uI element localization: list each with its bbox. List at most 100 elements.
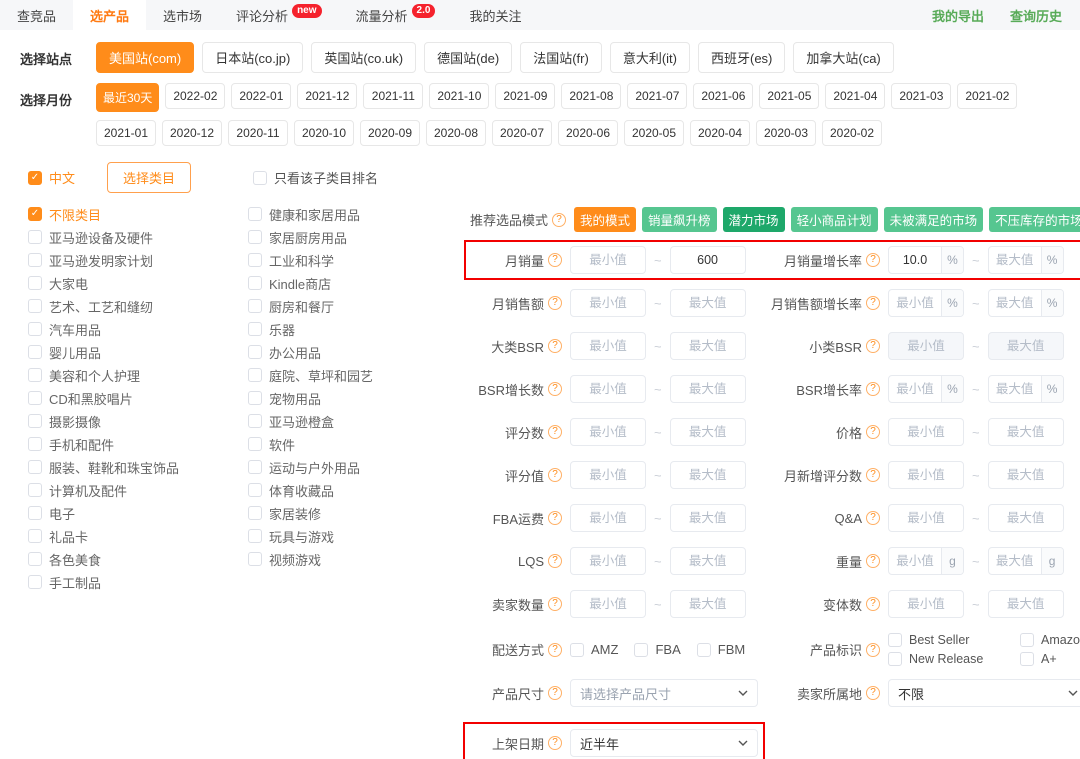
month-option-button[interactable]: 2021-12 <box>297 83 357 109</box>
shipping-option-fbm[interactable]: FBM <box>697 642 745 657</box>
flag-amazons-choice[interactable]: Amazon's Choice <box>1020 633 1080 647</box>
help-icon[interactable]: ? <box>548 736 562 750</box>
category-checkbox-item[interactable]: 汽车用品 <box>28 322 248 336</box>
month-option-button[interactable]: 2021-08 <box>561 83 621 109</box>
seller-location-select[interactable]: 不限 <box>888 679 1080 707</box>
month-option-button[interactable]: 2020-12 <box>162 120 222 146</box>
help-icon[interactable]: ? <box>866 339 880 353</box>
month-option-button[interactable]: 2021-11 <box>363 83 423 109</box>
category-checkbox-item[interactable]: 不限类目 <box>28 207 248 221</box>
filter-max-input[interactable] <box>989 333 1063 359</box>
month-option-button[interactable]: 2020-11 <box>228 120 288 146</box>
month-option-button[interactable]: 2021-10 <box>429 83 489 109</box>
filter-max-input[interactable] <box>671 548 745 574</box>
month-option-button[interactable]: 2021-09 <box>495 83 555 109</box>
category-checkbox-item[interactable]: 礼品卡 <box>28 529 248 543</box>
category-checkbox-item[interactable]: 工业和科学 <box>248 253 468 267</box>
site-option-button[interactable]: 意大利(it) <box>610 42 690 73</box>
filter-min-input[interactable] <box>571 247 645 273</box>
product-size-select[interactable]: 请选择产品尺寸 <box>570 679 758 707</box>
month-option-button[interactable]: 2020-06 <box>558 120 618 146</box>
category-checkbox-item[interactable]: 各色美食 <box>28 552 248 566</box>
category-checkbox-item[interactable]: 电子 <box>28 506 248 520</box>
filter-min-input[interactable] <box>889 548 941 574</box>
category-checkbox-item[interactable]: CD和黑胶唱片 <box>28 391 248 405</box>
category-checkbox-item[interactable]: 手机和配件 <box>28 437 248 451</box>
category-checkbox-item[interactable]: 艺术、工艺和缝纫 <box>28 299 248 313</box>
help-icon[interactable]: ? <box>866 253 880 267</box>
filter-min-input[interactable] <box>571 419 645 445</box>
category-checkbox-item[interactable]: 大家电 <box>28 276 248 290</box>
mode-badge[interactable]: 不压库存的市场 <box>989 207 1080 232</box>
filter-min-input[interactable] <box>571 548 645 574</box>
filter-min-input[interactable] <box>571 333 645 359</box>
category-checkbox-item[interactable]: 亚马逊橙盒 <box>248 414 468 428</box>
filter-min-input[interactable] <box>889 333 963 359</box>
category-checkbox-item[interactable]: 软件 <box>248 437 468 451</box>
mode-badge[interactable]: 销量飙升榜 <box>642 207 717 232</box>
help-icon[interactable]: ? <box>548 686 562 700</box>
help-icon[interactable]: ? <box>548 597 562 611</box>
site-option-button[interactable]: 加拿大站(ca) <box>793 42 893 73</box>
filter-max-input[interactable] <box>989 247 1041 273</box>
filter-min-input[interactable] <box>571 290 645 316</box>
category-checkbox-item[interactable]: 办公用品 <box>248 345 468 359</box>
category-checkbox-item[interactable]: 亚马逊发明家计划 <box>28 253 248 267</box>
query-history-link[interactable]: 查询历史 <box>1010 6 1062 25</box>
flag-new-release[interactable]: New Release <box>888 652 1006 666</box>
site-option-button[interactable]: 美国站(com) <box>96 42 194 73</box>
filter-max-input[interactable] <box>671 247 745 273</box>
category-checkbox-item[interactable]: 家居装修 <box>248 506 468 520</box>
category-checkbox-item[interactable]: 健康和家居用品 <box>248 207 468 221</box>
filter-min-input[interactable] <box>571 462 645 488</box>
filter-max-input[interactable] <box>989 591 1063 617</box>
select-category-button[interactable]: 选择类目 <box>107 162 191 193</box>
filter-max-input[interactable] <box>671 290 745 316</box>
site-option-button[interactable]: 英国站(co.uk) <box>311 42 416 73</box>
help-icon[interactable]: ? <box>548 468 562 482</box>
filter-min-input[interactable] <box>889 505 963 531</box>
help-icon[interactable]: ? <box>866 643 880 657</box>
site-option-button[interactable]: 法国站(fr) <box>520 42 602 73</box>
month-option-button[interactable]: 2020-07 <box>492 120 552 146</box>
help-icon[interactable]: ? <box>866 597 880 611</box>
month-option-button[interactable]: 2021-01 <box>96 120 156 146</box>
chinese-checkbox[interactable]: 中文 <box>28 168 75 187</box>
category-checkbox-item[interactable]: 宠物用品 <box>248 391 468 405</box>
filter-max-input[interactable] <box>671 419 745 445</box>
filter-max-input[interactable] <box>989 376 1041 402</box>
filter-max-input[interactable] <box>989 548 1041 574</box>
category-checkbox-item[interactable]: 计算机及配件 <box>28 483 248 497</box>
filter-max-input[interactable] <box>989 419 1063 445</box>
month-option-button[interactable]: 2021-06 <box>693 83 753 109</box>
listing-date-select[interactable]: 近半年 <box>570 729 758 757</box>
help-icon[interactable]: ? <box>866 554 880 568</box>
site-option-button[interactable]: 德国站(de) <box>424 42 512 73</box>
month-option-button[interactable]: 2021-02 <box>957 83 1017 109</box>
filter-max-input[interactable] <box>671 462 745 488</box>
category-checkbox-item[interactable]: 玩具与游戏 <box>248 529 468 543</box>
sub-category-rank-checkbox[interactable]: 只看该子类目排名 <box>253 168 378 187</box>
category-checkbox-item[interactable]: 家居厨房用品 <box>248 230 468 244</box>
category-checkbox-item[interactable]: 摄影摄像 <box>28 414 248 428</box>
help-icon[interactable]: ? <box>548 253 562 267</box>
category-checkbox-item[interactable]: 庭院、草坪和园艺 <box>248 368 468 382</box>
help-icon[interactable]: ? <box>866 468 880 482</box>
filter-min-input[interactable] <box>889 247 941 273</box>
my-exports-link[interactable]: 我的导出 <box>932 6 984 25</box>
month-option-button[interactable]: 2021-03 <box>891 83 951 109</box>
category-checkbox-item[interactable]: 视频游戏 <box>248 552 468 566</box>
filter-min-input[interactable] <box>889 419 963 445</box>
filter-min-input[interactable] <box>889 290 941 316</box>
tab-check-competitors[interactable]: 查竞品 <box>0 0 73 30</box>
help-icon[interactable]: ? <box>866 382 880 396</box>
site-option-button[interactable]: 日本站(co.jp) <box>202 42 303 73</box>
category-checkbox-item[interactable]: 亚马逊设备及硬件 <box>28 230 248 244</box>
month-option-button[interactable]: 2020-10 <box>294 120 354 146</box>
help-icon[interactable]: ? <box>548 382 562 396</box>
flag-best-seller[interactable]: Best Seller <box>888 633 1006 647</box>
category-checkbox-item[interactable]: 体育收藏品 <box>248 483 468 497</box>
category-checkbox-item[interactable]: 运动与户外用品 <box>248 460 468 474</box>
help-icon[interactable]: ? <box>548 296 562 310</box>
shipping-option-amz[interactable]: AMZ <box>570 642 618 657</box>
